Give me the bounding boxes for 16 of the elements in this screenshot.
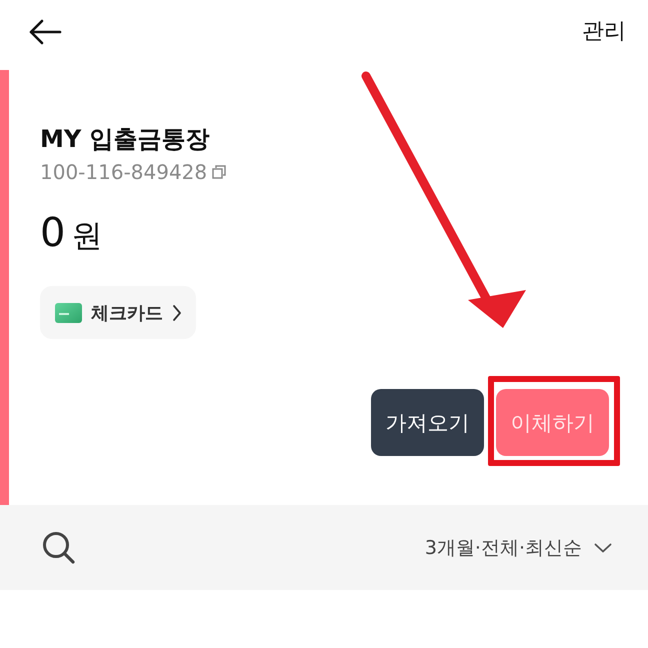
- back-arrow-icon: [28, 19, 62, 45]
- import-button[interactable]: 가져오기: [371, 389, 484, 456]
- search-button[interactable]: [42, 531, 75, 564]
- manage-button[interactable]: 관리: [582, 19, 626, 45]
- debit-card-link[interactable]: 체크카드: [40, 286, 196, 339]
- chevron-right-icon: [172, 304, 182, 322]
- copy-icon[interactable]: [211, 164, 228, 180]
- account-name: MY 입출금통장: [40, 124, 210, 154]
- balance-amount: 0: [40, 211, 66, 255]
- account-number: 100-116-849428: [40, 159, 208, 185]
- back-button[interactable]: [28, 19, 62, 45]
- currency-unit: 원: [71, 217, 102, 256]
- chevron-down-icon: [594, 542, 612, 552]
- filter-dropdown[interactable]: 3개월·전체·최신순: [424, 534, 612, 560]
- search-icon: [42, 531, 75, 564]
- credit-card-icon: [55, 302, 82, 322]
